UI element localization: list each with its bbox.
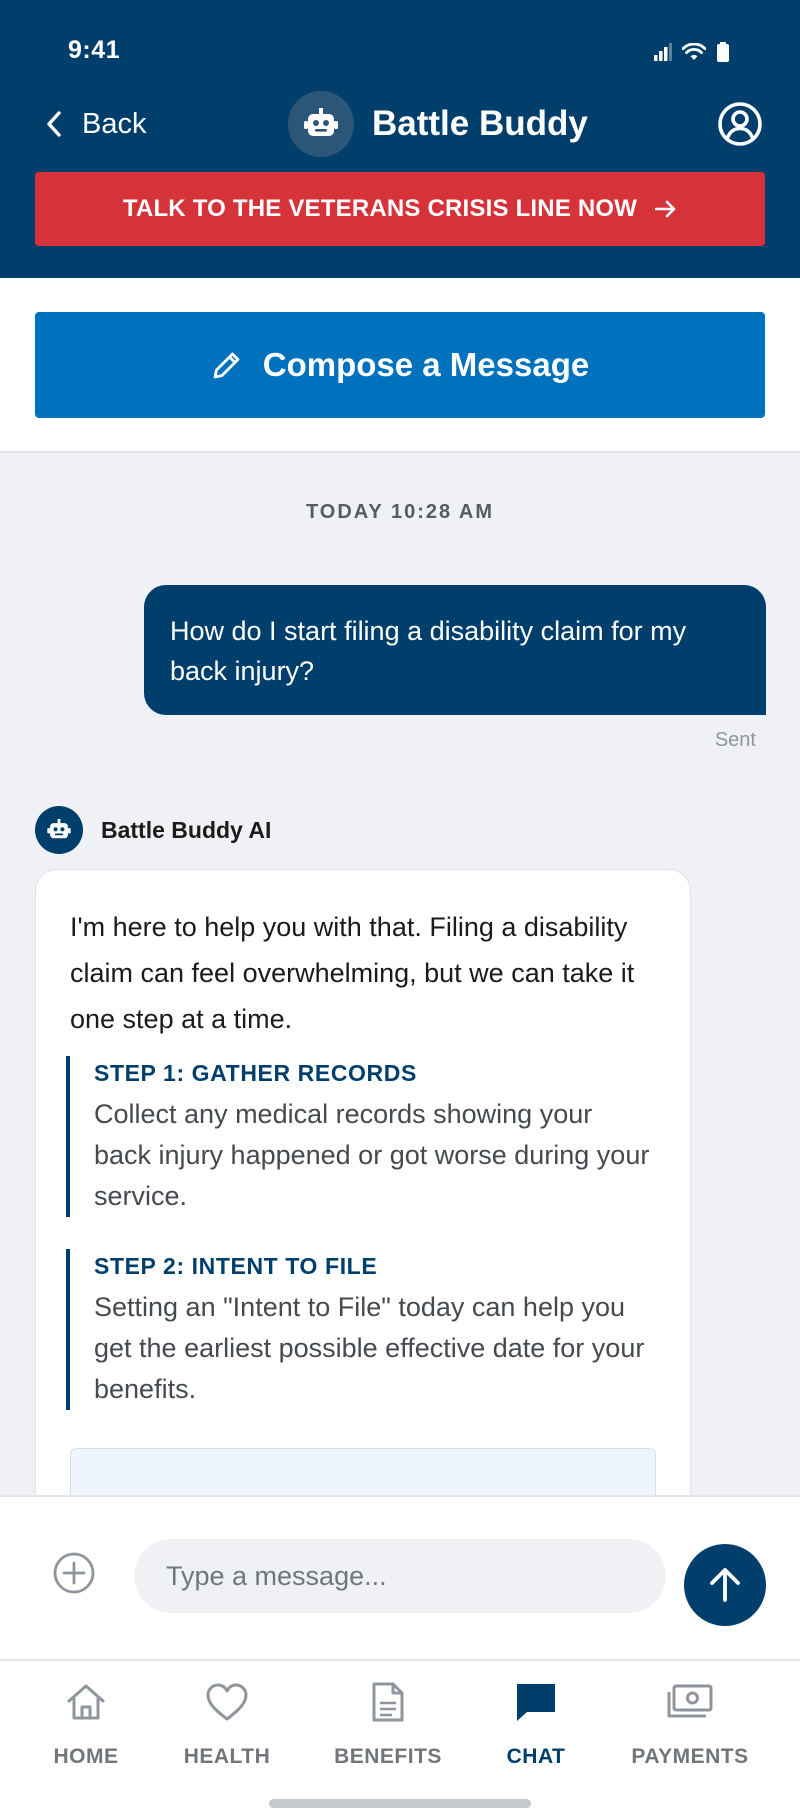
message-composer	[0, 1495, 800, 1659]
tab-health[interactable]: HEALTH	[182, 1679, 272, 1769]
step-card: STEP 1: GATHER RECORDS Collect any medic…	[66, 1056, 656, 1217]
tab-label: BENEFITS	[334, 1745, 442, 1768]
tab-label: HOME	[53, 1745, 119, 1768]
plus-circle-icon	[53, 1552, 95, 1594]
ai-message-bubble: I'm here to help you with that. Filing a…	[35, 869, 691, 1495]
pencil-icon	[213, 352, 240, 379]
status-bar: 9:41	[0, 0, 800, 100]
arrow-up-icon	[710, 1568, 740, 1602]
profile-button[interactable]	[716, 100, 764, 148]
crisis-line-button[interactable]: TALK TO THE VETERANS CRISIS LINE NOW	[35, 172, 765, 246]
tab-label: CHAT	[506, 1745, 566, 1768]
status-time: 9:41	[68, 36, 121, 64]
signal-icon	[654, 43, 672, 61]
step-body: Setting an "Intent to File" today can he…	[94, 1292, 645, 1404]
tab-home[interactable]: HOME	[46, 1679, 126, 1769]
chat-icon	[517, 1684, 555, 1721]
step-body: Collect any medical records showing your…	[94, 1099, 650, 1211]
compose-message-button[interactable]: Compose a Message	[35, 312, 765, 418]
step-title: STEP 2: INTENT TO FILE	[94, 1253, 378, 1279]
wifi-icon	[682, 43, 706, 60]
chevron-left-icon	[47, 111, 61, 137]
chat-thread[interactable]: TODAY 10:28 AM How do I start filing a d…	[0, 453, 800, 1495]
tab-label: HEALTH	[183, 1745, 271, 1768]
user-message-text: How do I start filing a disability claim…	[170, 616, 687, 686]
attach-button[interactable]	[52, 1551, 96, 1595]
heart-icon	[206, 1683, 248, 1721]
document-icon	[372, 1682, 404, 1722]
compose-area: Compose a Message	[0, 278, 800, 453]
bottom-tab-bar: HOME HEALTH BENEFITS CHAT PAYMENTS	[0, 1659, 800, 1814]
step-card: STEP 2: INTENT TO FILE Setting an "Inten…	[66, 1249, 656, 1410]
title-group: Battle Buddy	[288, 90, 588, 158]
battery-icon	[717, 42, 729, 62]
tab-payments[interactable]: PAYMENTS	[630, 1679, 750, 1769]
robot-icon	[47, 819, 71, 839]
tab-chat[interactable]: CHAT	[501, 1679, 571, 1769]
user-message-bubble: How do I start filing a disability claim…	[144, 585, 766, 715]
ai-avatar	[35, 806, 83, 854]
home-indicator	[269, 1799, 531, 1808]
payments-icon	[667, 1684, 713, 1718]
compose-message-label: Compose a Message	[262, 346, 590, 383]
message-input[interactable]	[134, 1539, 666, 1613]
ai-sender-header: Battle Buddy AI	[35, 805, 271, 855]
bot-avatar	[288, 91, 354, 157]
tab-label: PAYMENTS	[631, 1745, 749, 1768]
back-button[interactable]: Back	[46, 102, 146, 146]
tab-benefits[interactable]: BENEFITS	[333, 1679, 443, 1769]
sent-status: Sent	[714, 729, 756, 751]
user-profile-icon	[718, 102, 762, 146]
step-title: STEP 1: GATHER RECORDS	[94, 1060, 417, 1086]
send-button[interactable]	[684, 1544, 766, 1626]
info-card	[70, 1448, 656, 1495]
page-title: Battle Buddy	[372, 104, 588, 143]
home-icon	[67, 1684, 105, 1720]
arrow-right-icon	[655, 200, 676, 218]
back-label: Back	[82, 107, 147, 140]
app-header: 9:41 Back Battle Buddy TALK TO THE VETER…	[0, 0, 800, 278]
nav-row: Back Battle Buddy	[0, 88, 800, 160]
robot-icon	[304, 108, 338, 136]
status-icons	[654, 42, 730, 62]
crisis-line-label: TALK TO THE VETERANS CRISIS LINE NOW	[122, 195, 638, 222]
message-timestamp: TODAY 10:28 AM	[305, 501, 495, 523]
ai-message-intro: I'm here to help you with that. Filing a…	[70, 912, 635, 1034]
ai-sender-name: Battle Buddy AI	[101, 816, 272, 843]
